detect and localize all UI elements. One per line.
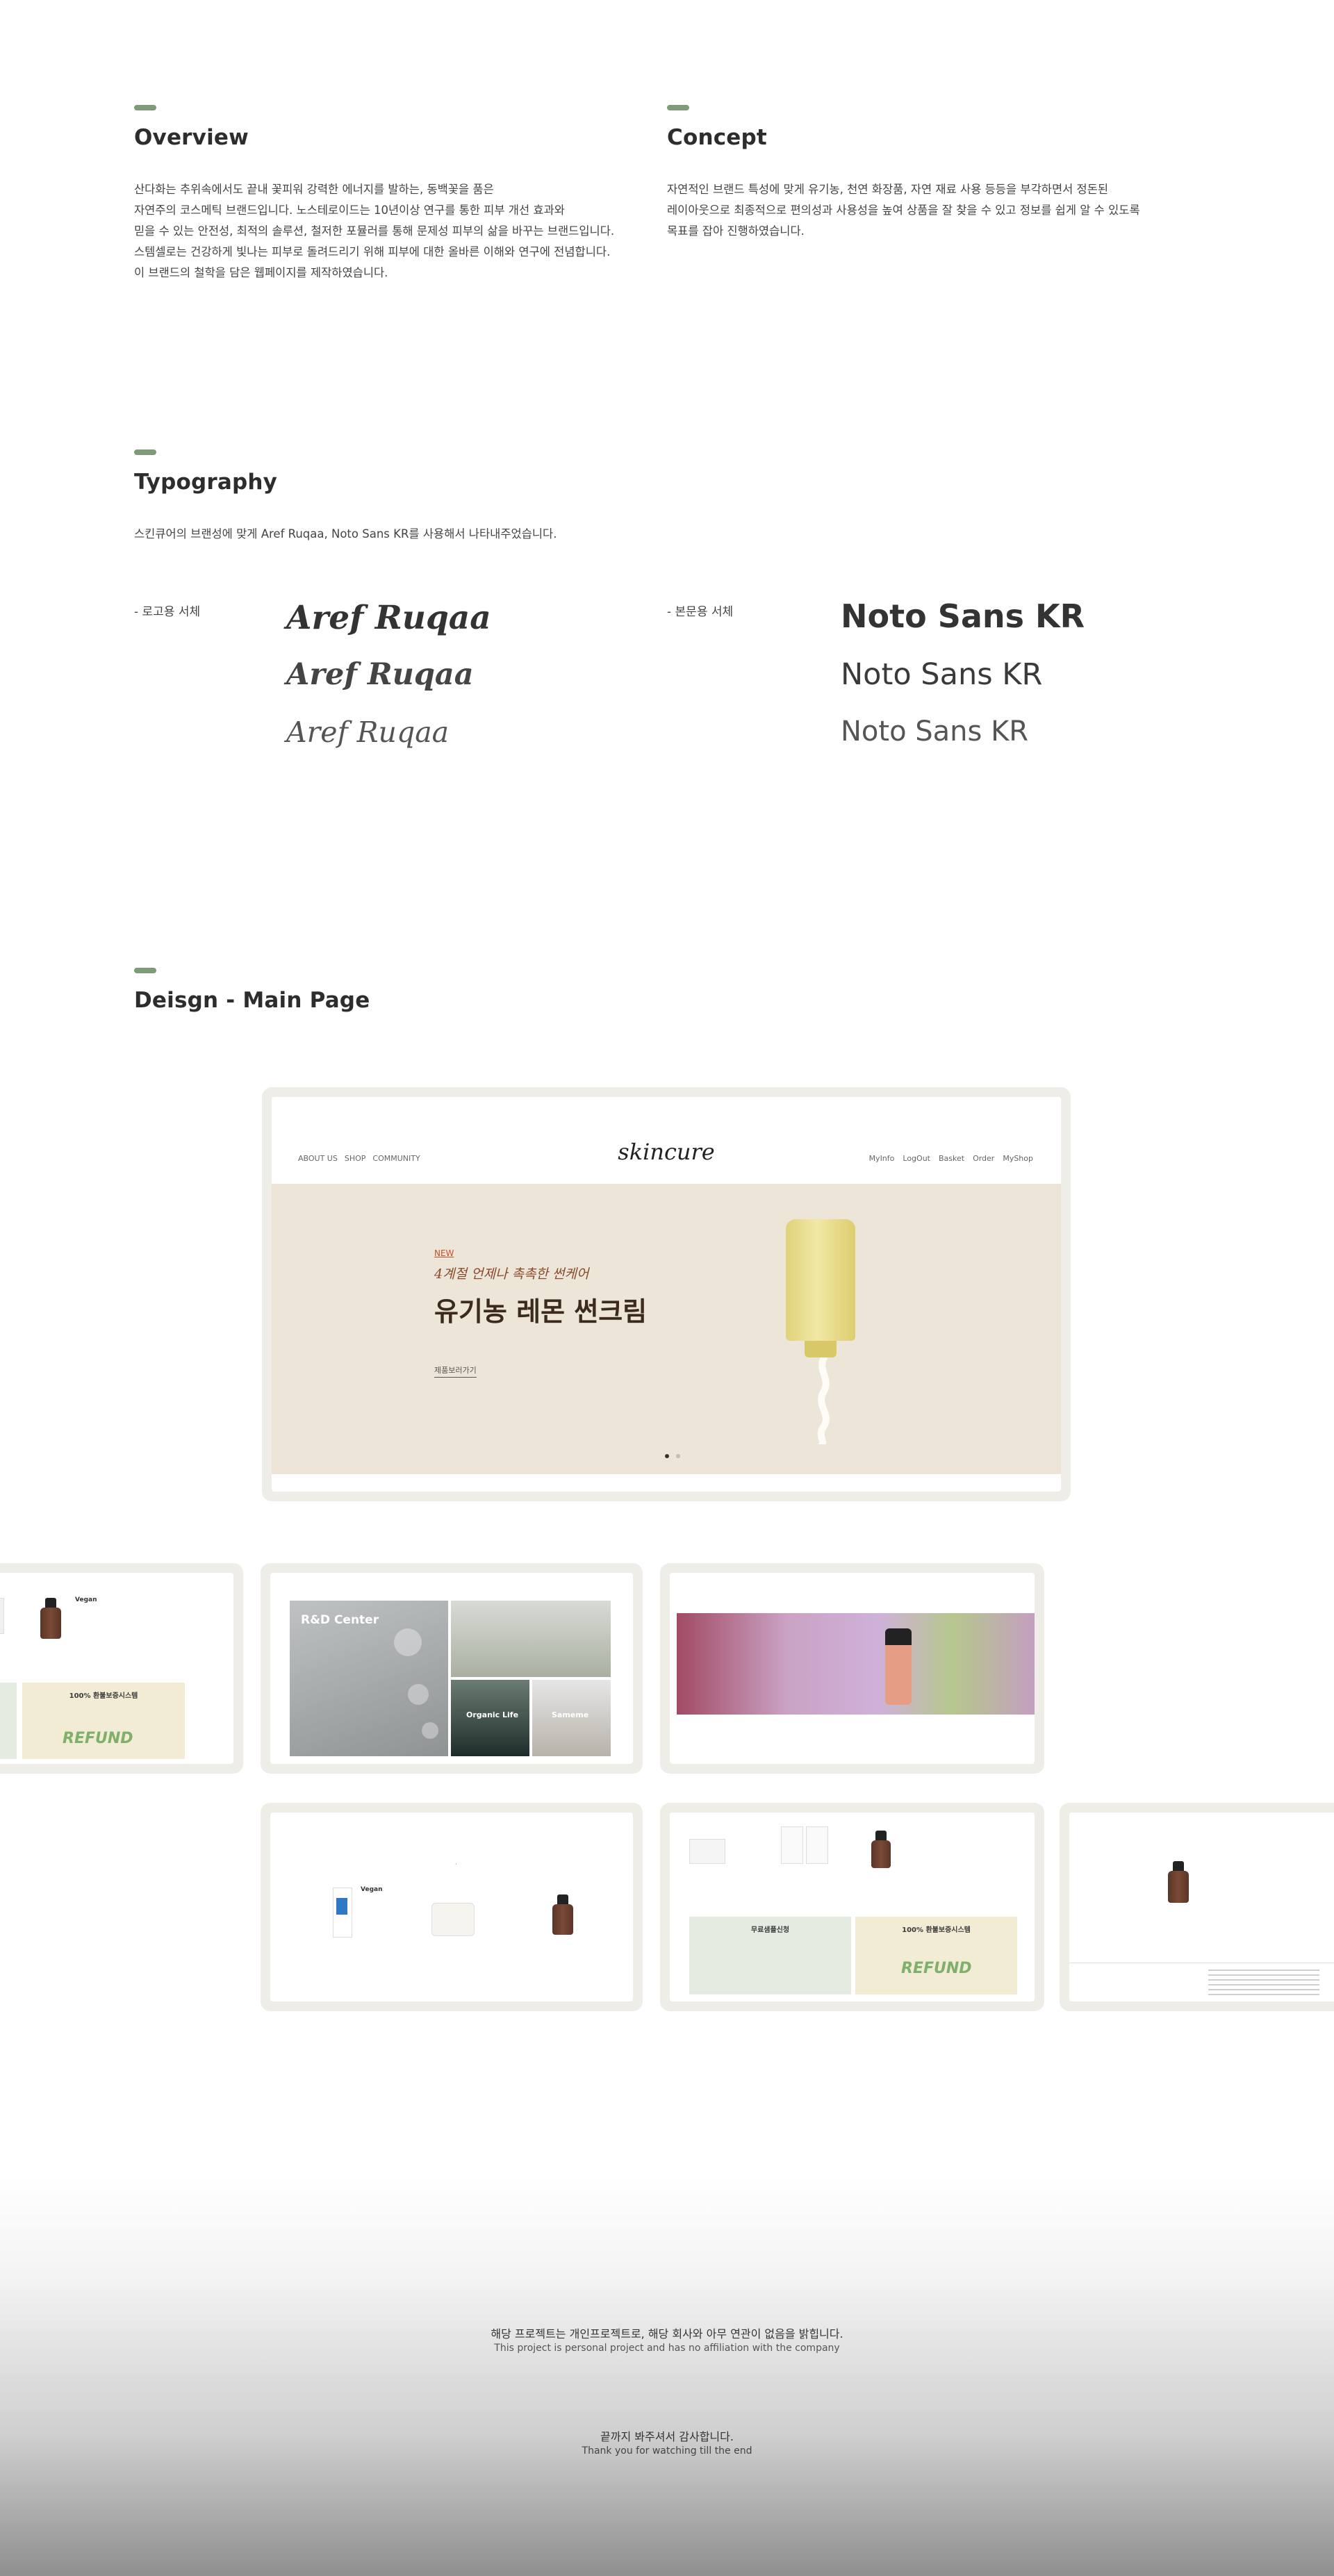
organic-life-label: Organic Life (466, 1710, 519, 1719)
hero-title: 유기농 레몬 썬크림 (434, 1296, 648, 1327)
card-lavender-banner (660, 1563, 1044, 1774)
rd-center-title: R&D Center (301, 1613, 379, 1627)
nav-order[interactable]: Order (973, 1154, 994, 1163)
logo-font-sample-regular: Aref Ruqaa (286, 716, 450, 749)
section-marker-typography (134, 449, 156, 455)
main-page-mockup: ABOUT US SHOP COMMUNITY skincure MyInfo … (262, 1087, 1071, 1501)
logo-font-sample-medium: Aref Ruqaa (286, 657, 474, 692)
card-products-left: Vegan 100% 환불보증시스템 REFUND (0, 1563, 243, 1774)
free-sample-text: 무료샘플신청 (750, 1926, 790, 1934)
overview-text: 산다화는 추위속에서도 끝내 꽃피워 강력한 에너지를 발하는, 동백꽃을 품은… (134, 183, 615, 279)
body-font-label: - 본문용 서체 (667, 605, 734, 619)
sunscreen-tube-image (786, 1219, 855, 1341)
nav-basket[interactable]: Basket (939, 1154, 964, 1163)
card-rd-center: R&D Center Organic Life Sameme (261, 1563, 643, 1774)
footer-gradient (0, 2174, 1334, 2576)
concept-text: 자연적인 브랜드 특성에 맞게 유기농, 천연 화장품, 자연 재료 사용 등등… (667, 183, 1140, 238)
refund-banner-text: 100% 환불보증시스템 (69, 1692, 138, 1700)
refund-banner-text-2: 100% 환불보증시스템 (902, 1926, 971, 1934)
mockup-nav: ABOUT US SHOP COMMUNITY skincure MyInfo … (272, 1097, 1061, 1173)
design-title: Deisgn - Main Page (134, 988, 370, 1013)
logo-font-label: - 로고용 서체 (134, 605, 201, 619)
footer-disclaimer: 해당 프로젝트는 개인프로젝트로, 해당 회사와 아무 연관이 없음을 밝힙니다… (491, 2327, 843, 2340)
body-font-sample-light: Noto Sans KR (841, 716, 1029, 748)
body-font-sample-medium: Noto Sans KR (841, 657, 1043, 692)
footer-thanks: 끝까지 봐주셔서 감사합니다. (600, 2430, 734, 2443)
card-footer-preview (1060, 1803, 1334, 2011)
card-products-grid: · Vegan (261, 1803, 643, 2011)
footer-thanks-en: Thank you for watching till the end (582, 2445, 752, 2457)
logo-font-sample-bold: Aref Ruqaa (286, 599, 491, 637)
refund-word: REFUND (63, 1730, 133, 1747)
nav-myshop[interactable]: MyShop (1003, 1154, 1033, 1163)
card-products-sample: 무료샘플신청 100% 환불보증시스템 REFUND (660, 1803, 1044, 2011)
section-marker-design (134, 968, 156, 973)
hero-new-tag: NEW (434, 1248, 454, 1258)
sameme-label: Sameme (552, 1710, 589, 1719)
body-font-sample-bold: Noto Sans KR (841, 597, 1085, 635)
cream-swirl (817, 1357, 830, 1444)
footer-disclaimer-en: This project is personal project and has… (494, 2343, 840, 2354)
tube-cap (805, 1341, 837, 1357)
typography-desc: 스킨큐어의 브랜성에 맞게 Aref Ruqaa, Noto Sans KR를 … (134, 527, 557, 540)
hero-banner (272, 1184, 1061, 1474)
section-marker-concept (667, 105, 689, 110)
overview-title: Overview (134, 125, 249, 150)
section-marker-overview (134, 105, 156, 110)
hero-link[interactable]: 제품보러가기 (434, 1364, 477, 1378)
typography-title: Typography (134, 470, 278, 495)
carousel-dots[interactable] (665, 1454, 680, 1458)
hero-subtitle: 4계절 언제나 촉촉한 썬케어 (434, 1266, 589, 1282)
refund-word-2: REFUND (901, 1960, 972, 1977)
concept-title: Concept (667, 125, 767, 150)
vegan-tag: Vegan (75, 1596, 97, 1603)
nav-logout[interactable]: LogOut (903, 1154, 930, 1163)
vegan-tag-2: Vegan (361, 1886, 383, 1893)
nav-myinfo[interactable]: MyInfo (869, 1154, 895, 1163)
